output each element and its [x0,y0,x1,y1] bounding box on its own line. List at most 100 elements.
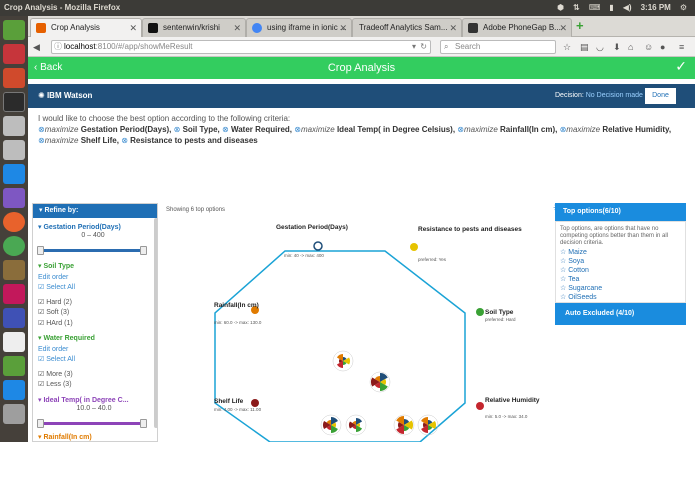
search-input[interactable]: ⌕ Search [440,40,556,54]
launcher-trash-icon[interactable] [3,404,25,424]
battery-icon[interactable]: ▮ [609,0,613,16]
launcher-dash-icon[interactable] [3,20,25,40]
tab-iframe-ionic[interactable]: using iframe in ionic ... ✕ [246,18,352,37]
option-cotton[interactable]: ☆ Cotton [560,266,589,274]
filter-title[interactable]: ▾ Soil Type [38,262,148,273]
info-icon[interactable]: ⓘ [54,41,62,53]
auto-excluded-header[interactable]: Auto Excluded (4/10) [555,303,686,325]
criteria-item[interactable]: ⊗maximize Gestation Period(Days), [38,125,171,134]
temp-slider-min-handle[interactable] [37,419,44,428]
checkmark-icon[interactable]: ✓ [675,58,687,75]
reading-list-icon[interactable]: ▤ [580,40,589,54]
close-tab-icon[interactable]: ✕ [339,19,347,37]
temp-slider-track[interactable] [41,422,145,425]
option-glyph[interactable] [369,371,391,393]
pocket-icon[interactable]: ◡ [596,40,604,54]
filter-title[interactable]: ▾ Gestation Period(Days) [38,223,148,231]
criteria-item[interactable]: ⊗maximize Relative Humidity, [560,125,671,134]
criteria-item[interactable]: ⊗maximize Ideal Temp( in Degree Celsius)… [294,125,455,134]
axis-soil-type[interactable]: Soil Type preferred: Hard [476,308,516,322]
chat-icon[interactable]: ● [660,40,665,54]
dropdown-icon[interactable]: ▾ [412,41,416,53]
launcher-firefox-icon[interactable] [3,212,25,232]
top-options-header[interactable]: Top options(6/10) [555,203,686,221]
option-oilseeds[interactable]: ☆ OilSeeds [560,293,597,301]
close-tab-icon[interactable]: ✕ [233,19,241,37]
launcher-chrome-icon[interactable] [3,236,25,256]
launcher-teamviewer-icon[interactable] [3,164,25,184]
bookmark-star-icon[interactable]: ☆ [563,40,571,54]
tab-tradeoff-analytics[interactable]: Tradeoff Analytics Sam... ✕ [352,18,462,37]
option-maize[interactable]: ☆ Maize [560,248,587,256]
axis-rainfall[interactable]: Rainfall(In cm) min: 60.0 -> max: 130.0 [214,302,262,325]
edit-order-link[interactable]: Edit order [38,273,148,284]
reload-icon[interactable]: ↻ [420,41,427,53]
soil-option-checkbox[interactable]: ☑ Soft (3) [38,308,148,319]
filter-title[interactable]: ▾ Rainfall(In cm) [38,433,148,441]
clock[interactable]: 3:16 PM [641,0,671,16]
launcher-settings-icon[interactable] [3,68,25,88]
keyboard-icon[interactable]: ⌨ [589,0,601,16]
select-all-checkbox[interactable]: ☑ Select All [38,355,148,366]
option-tea[interactable]: ☆ Tea [560,275,579,283]
soil-option-checkbox[interactable]: ☑ HArd (1) [38,319,148,330]
close-tab-icon[interactable]: ✕ [449,19,457,37]
select-all-checkbox[interactable]: ☑ Select All [38,283,148,294]
done-button[interactable]: Done [645,88,676,104]
option-glyph[interactable] [320,414,342,436]
temp-slider-max-handle[interactable] [140,419,147,428]
option-glyph[interactable] [345,414,367,436]
launcher-calc-icon[interactable] [3,356,25,376]
close-tab-icon[interactable]: ✕ [129,19,137,37]
option-glyph[interactable] [332,350,354,372]
launcher-editor-icon[interactable] [3,332,25,352]
axis-gestation[interactable]: Gestation Period(Days) min: 40 -> max: 4… [276,224,348,258]
option-sugarcane[interactable]: ☆ Sugarcane [560,284,602,292]
filter-title[interactable]: ▾ Water Required [38,334,148,345]
menu-icon[interactable]: ≡ [679,40,684,54]
edit-order-link[interactable]: Edit order [38,345,148,356]
launcher-app4-icon[interactable] [3,308,25,328]
option-glyph[interactable] [393,414,415,436]
launcher-files-icon[interactable] [3,44,25,64]
criteria-item[interactable]: ⊗maximize Shelf Life, [38,136,119,145]
soil-option-checkbox[interactable]: ☑ Hard (2) [38,298,148,309]
gestation-slider-max-handle[interactable] [140,246,147,255]
criteria-item[interactable]: ⊗ Resistance to pests and diseases [121,136,258,145]
new-tab-icon[interactable]: + [576,18,584,33]
dropbox-icon[interactable]: ⬢ [557,0,564,16]
water-option-checkbox[interactable]: ☑ Less (3) [38,380,148,391]
tab-crop-analysis[interactable]: Crop Analysis ✕ [30,18,142,37]
network-icon[interactable]: ⇅ [573,0,580,16]
gestation-slider-track[interactable] [41,249,145,252]
home-icon[interactable]: ⌂ [628,40,633,54]
launcher-terminal-icon[interactable] [3,92,25,112]
launcher-app2-icon[interactable] [3,260,25,280]
settings-gear-icon[interactable]: ⚙ [680,0,687,16]
launcher-drive-icon[interactable] [3,116,25,136]
axis-relative-humidity[interactable]: Relative Humidity min: 5.0 -> max: 34.0 [476,397,540,419]
volume-icon[interactable]: ◀) [623,0,632,16]
launcher-app3-icon[interactable] [3,284,25,304]
option-glyph[interactable] [417,414,439,436]
criteria-item[interactable]: ⊗maximize Rainfall(In cm), [457,125,557,134]
close-tab-icon[interactable]: ✕ [559,19,567,37]
option-soya[interactable]: ☆ Soya [560,257,584,265]
water-option-checkbox[interactable]: ☑ More (3) [38,370,148,381]
tab-phonegap[interactable]: Adobe PhoneGap B... ✕ [462,18,572,37]
criteria-item[interactable]: ⊗ Water Required, [222,125,292,134]
axis-shelf-life[interactable]: Shelf Life min: 4.00 -> max: 11.00 [214,398,262,412]
back-icon[interactable]: ◀ [33,40,40,54]
gestation-slider-min-handle[interactable] [37,246,44,255]
downloads-icon[interactable]: ⬇ [613,40,621,54]
launcher-drive2-icon[interactable] [3,140,25,160]
sync-icon[interactable]: ☺ [644,40,653,54]
criteria-item[interactable]: ⊗ Soil Type, [174,125,220,134]
filter-title[interactable]: ▾ Ideal Temp( in Degree C... [38,396,150,404]
axis-resistance[interactable]: Resistance to pests and diseases preferr… [410,226,522,262]
launcher-app-icon[interactable] [3,188,25,208]
url-bar[interactable]: ⓘ localhost:8100/#/app/showMeResult ▾ ↻ [51,40,431,54]
refine-scrollbar[interactable] [154,218,157,428]
launcher-writer-icon[interactable] [3,380,25,400]
tab-sentenwin[interactable]: sentenwin/krishi ✕ [142,18,246,37]
